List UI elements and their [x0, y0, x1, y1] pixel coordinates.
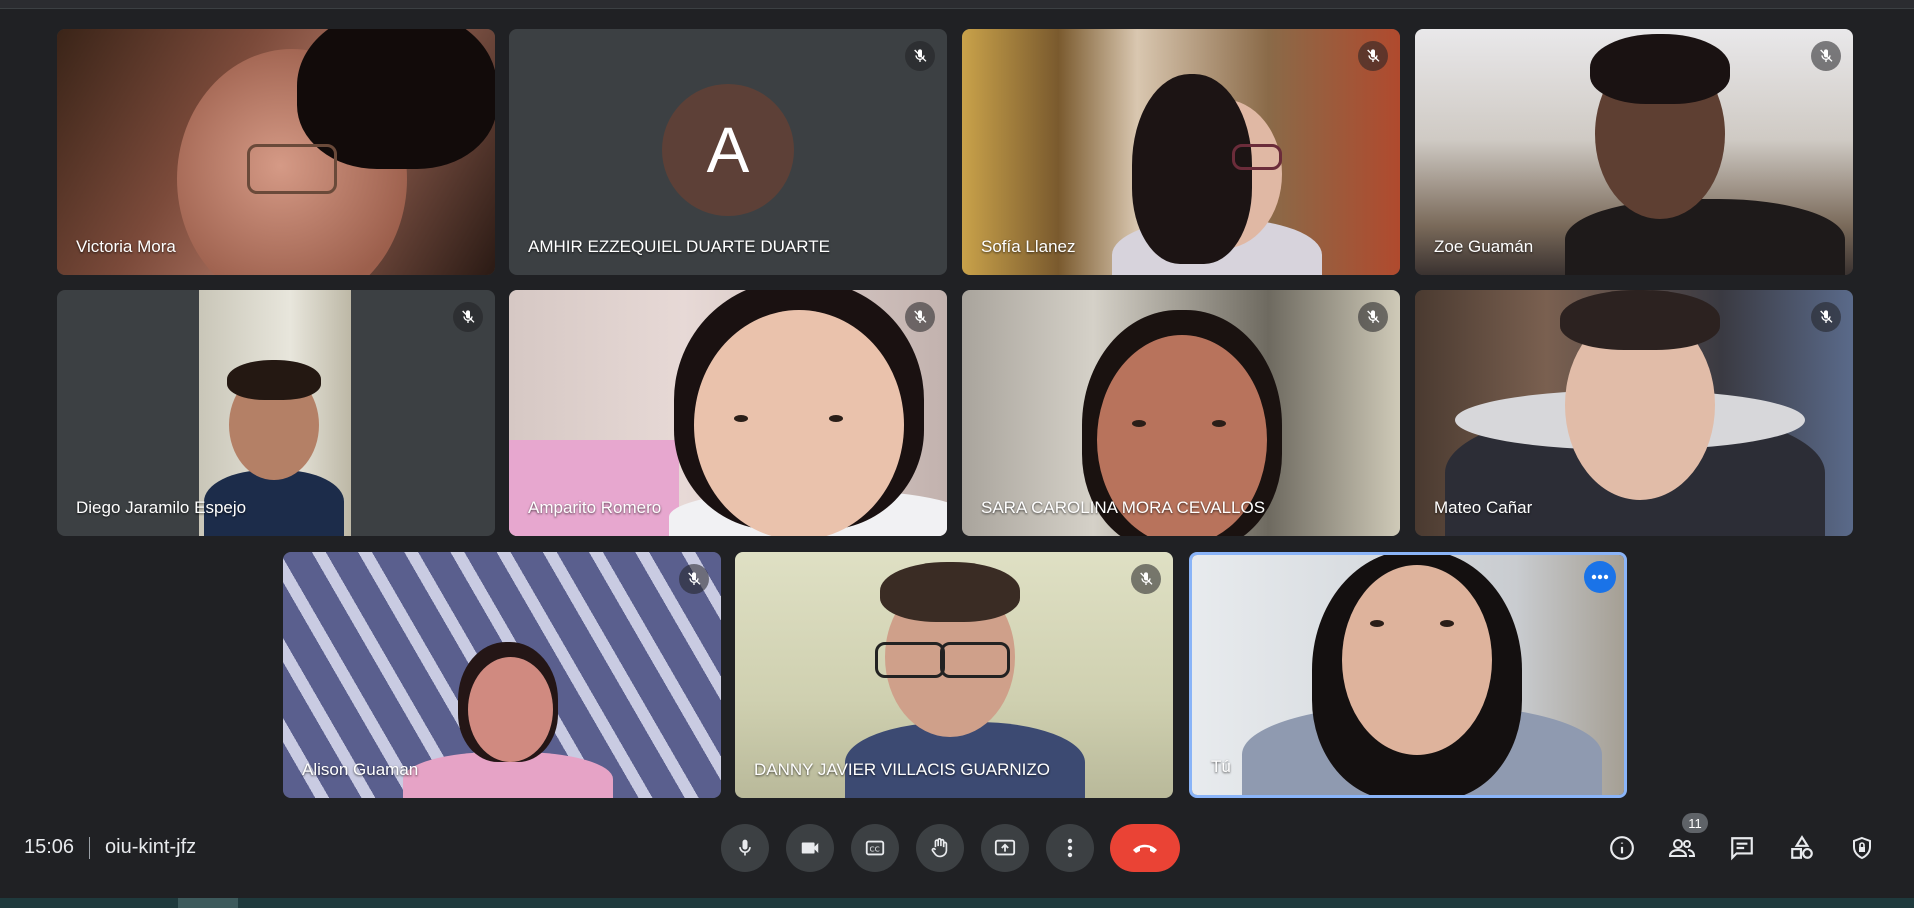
participant-name: SARA CAROLINA MORA CEVALLOS [981, 498, 1266, 517]
participant-name: DANNY JAVIER VILLACIS GUARNIZO [754, 760, 1050, 779]
video-feed [1192, 555, 1624, 795]
info-button[interactable] [1602, 828, 1642, 868]
participant-tile[interactable]: DANNY JAVIER VILLACIS GUARNIZO [735, 552, 1173, 798]
mic-off-icon [1131, 564, 1161, 594]
participant-name: Amparito Romero [528, 498, 662, 517]
os-taskbar [0, 898, 1914, 908]
meeting-code: oiu-kint-jfz [105, 836, 197, 858]
info-icon [1610, 836, 1634, 860]
divider [89, 837, 90, 859]
more-options-icon[interactable] [1584, 561, 1616, 593]
participant-name: Diego Jaramilo Espejo [76, 498, 247, 517]
participant-tile[interactable]: Victoria Mora [57, 29, 495, 275]
participant-avatar: A [662, 84, 794, 216]
present-screen-icon [994, 839, 1016, 856]
end-call-button[interactable] [1110, 824, 1180, 872]
mic-off-icon [1811, 41, 1841, 71]
end-call-icon [1133, 844, 1157, 853]
participant-name: Victoria Mora [76, 237, 176, 256]
people-icon [1668, 839, 1696, 857]
more-options-button[interactable] [1046, 824, 1094, 872]
chat-button[interactable] [1722, 828, 1762, 868]
participant-tile[interactable]: Amparito Romero [509, 290, 947, 536]
mic-off-icon [679, 564, 709, 594]
mic-off-icon [453, 302, 483, 332]
participant-name: Tú [1211, 757, 1231, 776]
microphone-button[interactable] [721, 824, 769, 872]
activities-icon [1791, 835, 1813, 859]
participant-name: Sofía Llanez [981, 237, 1076, 256]
captions-icon: CC [865, 840, 885, 856]
taskbar-item[interactable] [178, 898, 238, 908]
mic-off-icon [1358, 302, 1388, 332]
window-top-strip [0, 0, 1914, 9]
raise-hand-button[interactable] [916, 824, 964, 872]
participant-name: Alison Guaman [302, 760, 419, 779]
people-button[interactable] [1662, 828, 1702, 868]
svg-text:CC: CC [870, 845, 880, 854]
more-options-icon [1067, 838, 1073, 858]
participant-name: Mateo Cañar [1434, 498, 1533, 517]
participant-name: AMHIR EZZEQUIEL DUARTE DUARTE [528, 237, 830, 256]
participant-count-badge: 11 [1682, 813, 1708, 833]
participant-tile[interactable]: Mateo Cañar [1415, 290, 1853, 536]
mic-off-icon [1811, 302, 1841, 332]
meet-window: Victoria Mora A AMHIR EZZEQUIEL DUARTE D… [0, 0, 1914, 908]
chat-icon [1731, 837, 1753, 861]
bottom-control-bar: 15:06 oiu-kint-jfz CC [0, 808, 1914, 896]
captions-button[interactable]: CC [851, 824, 899, 872]
camera-button[interactable] [786, 824, 834, 872]
host-controls-icon [1853, 836, 1871, 860]
participant-name: Zoe Guamán [1434, 237, 1534, 256]
mic-off-icon [905, 302, 935, 332]
mic-off-icon [905, 41, 935, 71]
microphone-icon [739, 839, 751, 856]
participant-tile[interactable]: Diego Jaramilo Espejo [57, 290, 495, 536]
camera-icon [801, 842, 819, 854]
raise-hand-icon [931, 838, 948, 858]
mic-off-icon [1358, 41, 1388, 71]
participant-tile[interactable]: Zoe Guamán [1415, 29, 1853, 275]
participant-tile[interactable]: A AMHIR EZZEQUIEL DUARTE DUARTE [509, 29, 947, 275]
participant-tile[interactable]: SARA CAROLINA MORA CEVALLOS [962, 290, 1400, 536]
participant-tile[interactable]: Sofía Llanez [962, 29, 1400, 275]
present-screen-button[interactable] [981, 824, 1029, 872]
participant-tile[interactable]: Alison Guaman [283, 552, 721, 798]
self-view-tile[interactable]: Tú [1189, 552, 1627, 798]
activities-button[interactable] [1782, 828, 1822, 868]
meeting-time: 15:06 [24, 836, 75, 858]
host-controls-button[interactable] [1842, 828, 1882, 868]
